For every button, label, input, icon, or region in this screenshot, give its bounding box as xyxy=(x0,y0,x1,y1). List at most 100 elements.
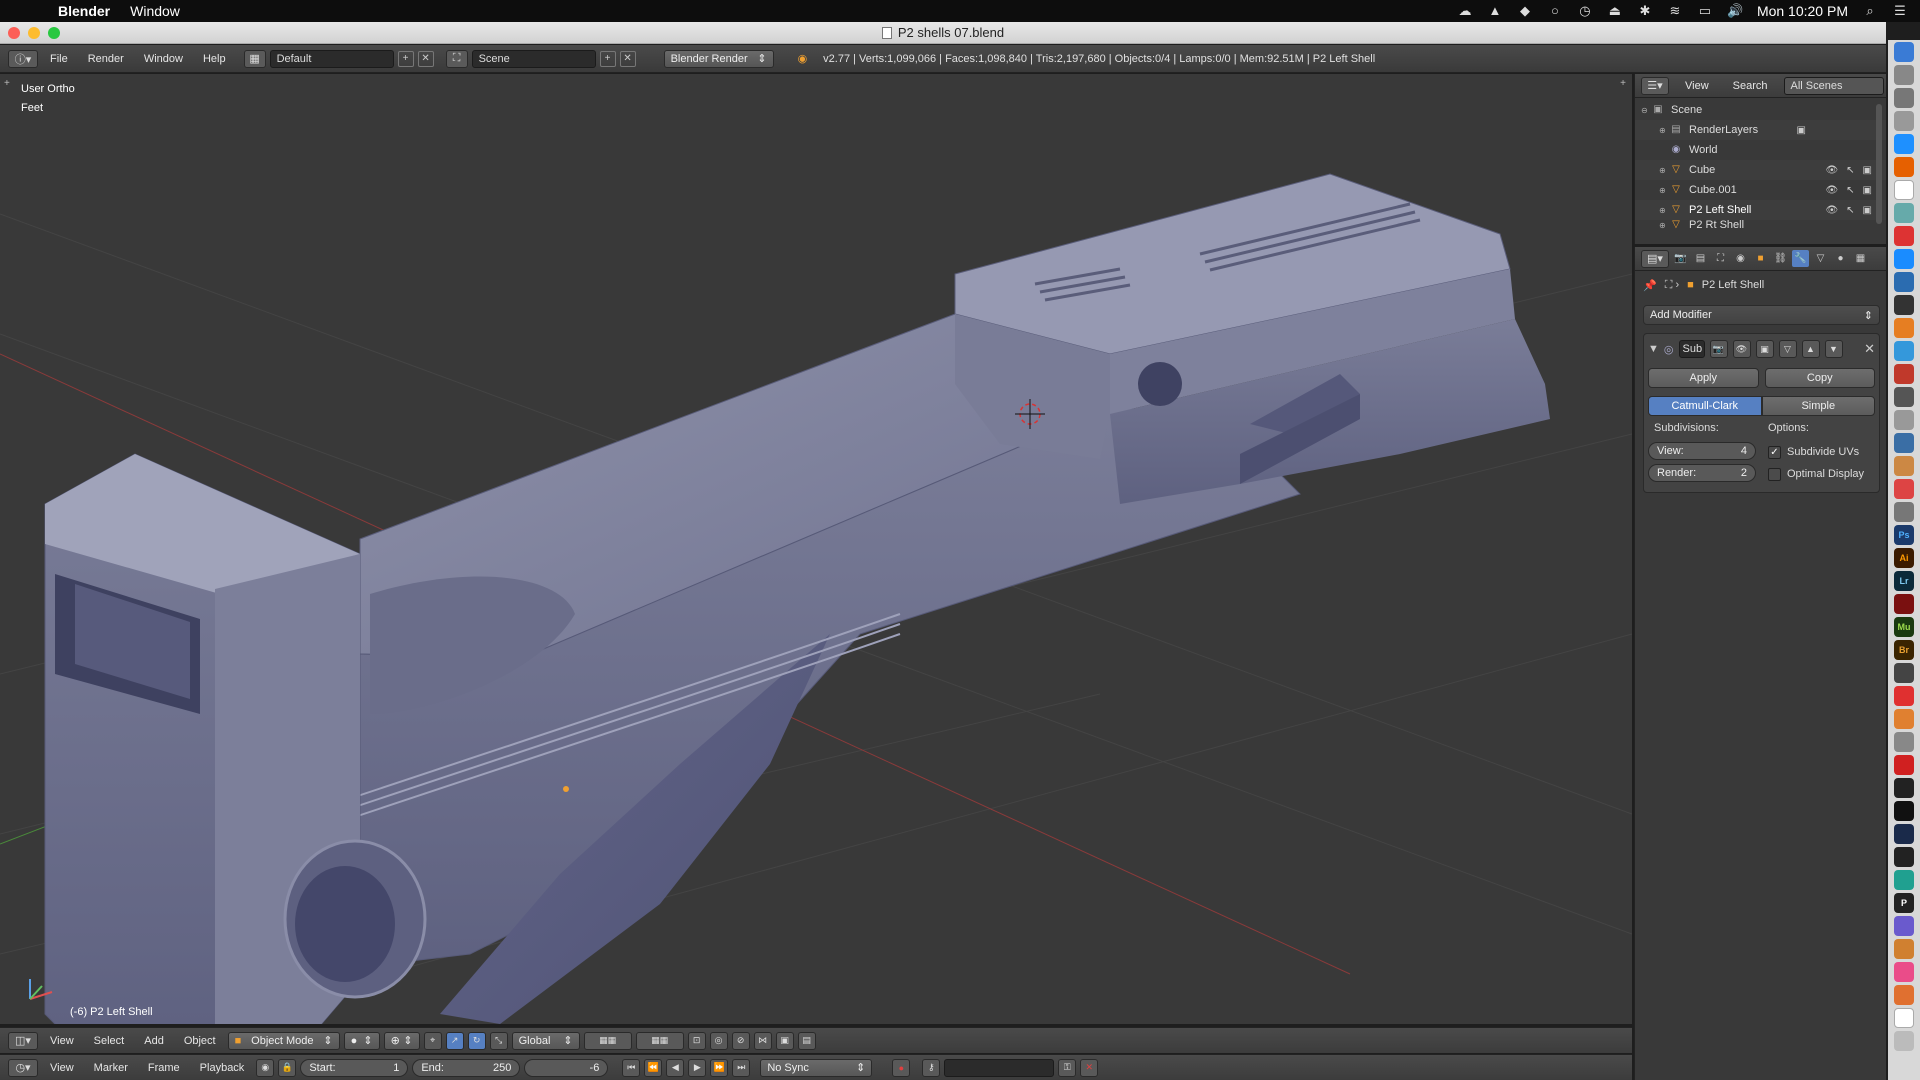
modifier-name-field[interactable]: Sub xyxy=(1678,340,1705,358)
editor-type-outliner-icon[interactable]: ☰▾ xyxy=(1641,76,1669,95)
calendar-icon[interactable] xyxy=(1894,226,1914,246)
manipulator-toggle-icon[interactable]: ⌖ xyxy=(423,1031,442,1050)
current-frame-field[interactable]: -6 xyxy=(524,1058,609,1077)
modifiers-tab-icon[interactable]: 🔧 xyxy=(1792,250,1809,267)
constraints-tab-icon[interactable]: ⛓ xyxy=(1772,250,1789,267)
lightroom-icon[interactable]: Lr xyxy=(1894,571,1914,591)
menu-playback[interactable]: Playback xyxy=(192,1059,253,1077)
outliner-row-renderlayers[interactable]: ⊕ ▤ RenderLayers ▣ xyxy=(1635,120,1886,140)
eye-icon[interactable]: 👁 xyxy=(1825,205,1838,216)
outliner-menu-view[interactable]: View xyxy=(1677,77,1717,95)
app-generic-4-icon[interactable] xyxy=(1894,410,1914,430)
screen-layout-field[interactable]: Default xyxy=(269,49,394,68)
add-layout-button[interactable]: + xyxy=(397,50,414,67)
render-layers-tab-icon[interactable]: ▤ xyxy=(1692,250,1709,267)
app-generic-18-icon[interactable] xyxy=(1894,985,1914,1005)
orientation-dropdown[interactable]: Global ⇕ xyxy=(511,1031,580,1050)
modifier-editmode-toggle-icon[interactable]: ▣ xyxy=(1755,340,1774,358)
snap-toggle-icon[interactable]: ⊘ xyxy=(731,1031,750,1050)
preview-icon[interactable] xyxy=(1894,203,1914,223)
outliner-row-p2-left-shell[interactable]: ⊕ ▽ P2 Left Shell 👁 ↖ ▣ xyxy=(1635,200,1886,220)
safari-icon[interactable] xyxy=(1894,134,1914,154)
menu-frame[interactable]: Frame xyxy=(140,1059,188,1077)
keying-set-field[interactable] xyxy=(944,1058,1055,1077)
optimal-display-option[interactable]: Optimal Display xyxy=(1768,464,1875,484)
preview-range-icon[interactable]: ◉ xyxy=(256,1058,275,1077)
translate-manipulator-icon[interactable]: ↗ xyxy=(445,1031,464,1050)
menu-render[interactable]: Render xyxy=(80,50,132,68)
scene-field[interactable]: Scene xyxy=(471,49,596,68)
menu-help[interactable]: Help xyxy=(195,50,234,68)
scene-selector-icon[interactable]: ⛶ xyxy=(445,49,468,68)
menu-window[interactable]: Window xyxy=(120,3,190,19)
steam-icon[interactable] xyxy=(1894,824,1914,844)
close-window-button[interactable] xyxy=(8,27,20,39)
world-tab-icon[interactable]: ◉ xyxy=(1732,250,1749,267)
menu-select[interactable]: Select xyxy=(86,1032,133,1050)
remove-layout-button[interactable]: ✕ xyxy=(417,50,434,67)
play-icon[interactable]: ▶ xyxy=(688,1058,707,1077)
cursor-select-icon[interactable]: ↖ xyxy=(1846,185,1854,196)
trash-icon[interactable] xyxy=(1894,1031,1914,1051)
app-generic-15-icon[interactable]: P xyxy=(1894,893,1914,913)
app-generic-3-icon[interactable] xyxy=(1894,387,1914,407)
app-generic-8-icon[interactable] xyxy=(1894,663,1914,683)
app-generic-11-icon[interactable] xyxy=(1894,755,1914,775)
render-levels-field[interactable]: Render: 2 xyxy=(1648,464,1756,482)
add-modifier-dropdown[interactable]: Add Modifier ⇕ xyxy=(1643,305,1880,325)
screen-layout-icon[interactable]: ▦ xyxy=(243,49,266,68)
photoshop-icon[interactable]: Ps xyxy=(1894,525,1914,545)
remove-scene-button[interactable]: ✕ xyxy=(619,50,636,67)
mode-dropdown[interactable]: ■ Object Mode ⇕ xyxy=(227,1031,340,1050)
remove-modifier-icon[interactable]: ✕ xyxy=(1864,341,1875,357)
subdivide-uvs-option[interactable]: ✓ Subdivide UVs xyxy=(1768,442,1875,462)
outliner-scrollbar[interactable] xyxy=(1876,104,1882,224)
menu-app-name[interactable]: Blender xyxy=(48,3,120,19)
app-generic-17-icon[interactable] xyxy=(1894,939,1914,959)
proportional-edit-icon[interactable]: ◎ xyxy=(709,1031,728,1050)
outliner-row-cube-001[interactable]: ⊕ ▽ Cube.001 👁 ↖ ▣ xyxy=(1635,180,1886,200)
eject-icon[interactable]: ⏏ xyxy=(1607,4,1623,18)
editor-type-timeline-icon[interactable]: ◷▾ xyxy=(8,1058,38,1077)
snap-element-icon[interactable]: ⋈ xyxy=(753,1031,772,1050)
bridge-icon[interactable]: Br xyxy=(1894,640,1914,660)
airplay-icon[interactable]: ▭ xyxy=(1697,4,1713,18)
dropbox-icon[interactable]: ◆ xyxy=(1517,4,1533,18)
scale-manipulator-icon[interactable]: ⤡ xyxy=(489,1031,508,1050)
jump-start-icon[interactable]: ⏮ xyxy=(622,1058,641,1077)
layers-grid-2-icon[interactable]: ▦▦ xyxy=(635,1031,684,1050)
menu-marker[interactable]: Marker xyxy=(86,1059,136,1077)
muse-icon[interactable]: Mu xyxy=(1894,617,1914,637)
pin-icon[interactable]: 📌 xyxy=(1643,279,1657,292)
eye-icon[interactable]: 👁 xyxy=(1825,185,1838,196)
app-generic-12-icon[interactable] xyxy=(1894,778,1914,798)
illustrator-icon[interactable]: Ai xyxy=(1894,548,1914,568)
acrobat-icon[interactable] xyxy=(1894,594,1914,614)
add-scene-button[interactable]: + xyxy=(599,50,616,67)
outliner-row-p2-rt-shell[interactable]: ⊕ ▽ P2 Rt Shell xyxy=(1635,220,1886,230)
itunes-icon[interactable] xyxy=(1894,962,1914,982)
renderlayer-camera-icon[interactable]: ▣ xyxy=(1797,125,1806,136)
cursor-select-icon[interactable]: ↖ xyxy=(1846,165,1854,176)
subdivide-uvs-checkbox[interactable]: ✓ xyxy=(1768,445,1781,459)
start-frame-field[interactable]: Start: 1 xyxy=(300,1058,409,1077)
messages-icon[interactable] xyxy=(1894,249,1914,269)
copy-button[interactable]: Copy xyxy=(1764,368,1875,388)
modifier-cage-toggle-icon[interactable]: ▽ xyxy=(1778,340,1797,358)
render-engine-dropdown[interactable]: Blender Render ⇕ xyxy=(663,49,774,68)
launchpad-icon[interactable] xyxy=(1894,65,1914,85)
render-toggle-icon[interactable]: ▣ xyxy=(1863,165,1872,176)
expand-icon[interactable]: ⊕ xyxy=(1659,186,1669,195)
documents-icon[interactable] xyxy=(1894,1008,1914,1028)
cloud-icon[interactable]: ☁ xyxy=(1457,4,1473,18)
notification-center-icon[interactable]: ☰ xyxy=(1892,4,1908,18)
blender-dock-icon[interactable] xyxy=(1894,709,1914,729)
zoom-window-button[interactable] xyxy=(48,27,60,39)
view-levels-field[interactable]: View: 4 xyxy=(1648,442,1756,460)
pages-icon[interactable] xyxy=(1894,318,1914,338)
menu-view[interactable]: View xyxy=(42,1059,82,1077)
viewport-shading-dropdown[interactable]: ● ⇕ xyxy=(343,1031,380,1050)
rotate-manipulator-icon[interactable]: ↻ xyxy=(467,1031,486,1050)
app-generic-6-icon[interactable] xyxy=(1894,456,1914,476)
unity-icon[interactable] xyxy=(1894,801,1914,821)
